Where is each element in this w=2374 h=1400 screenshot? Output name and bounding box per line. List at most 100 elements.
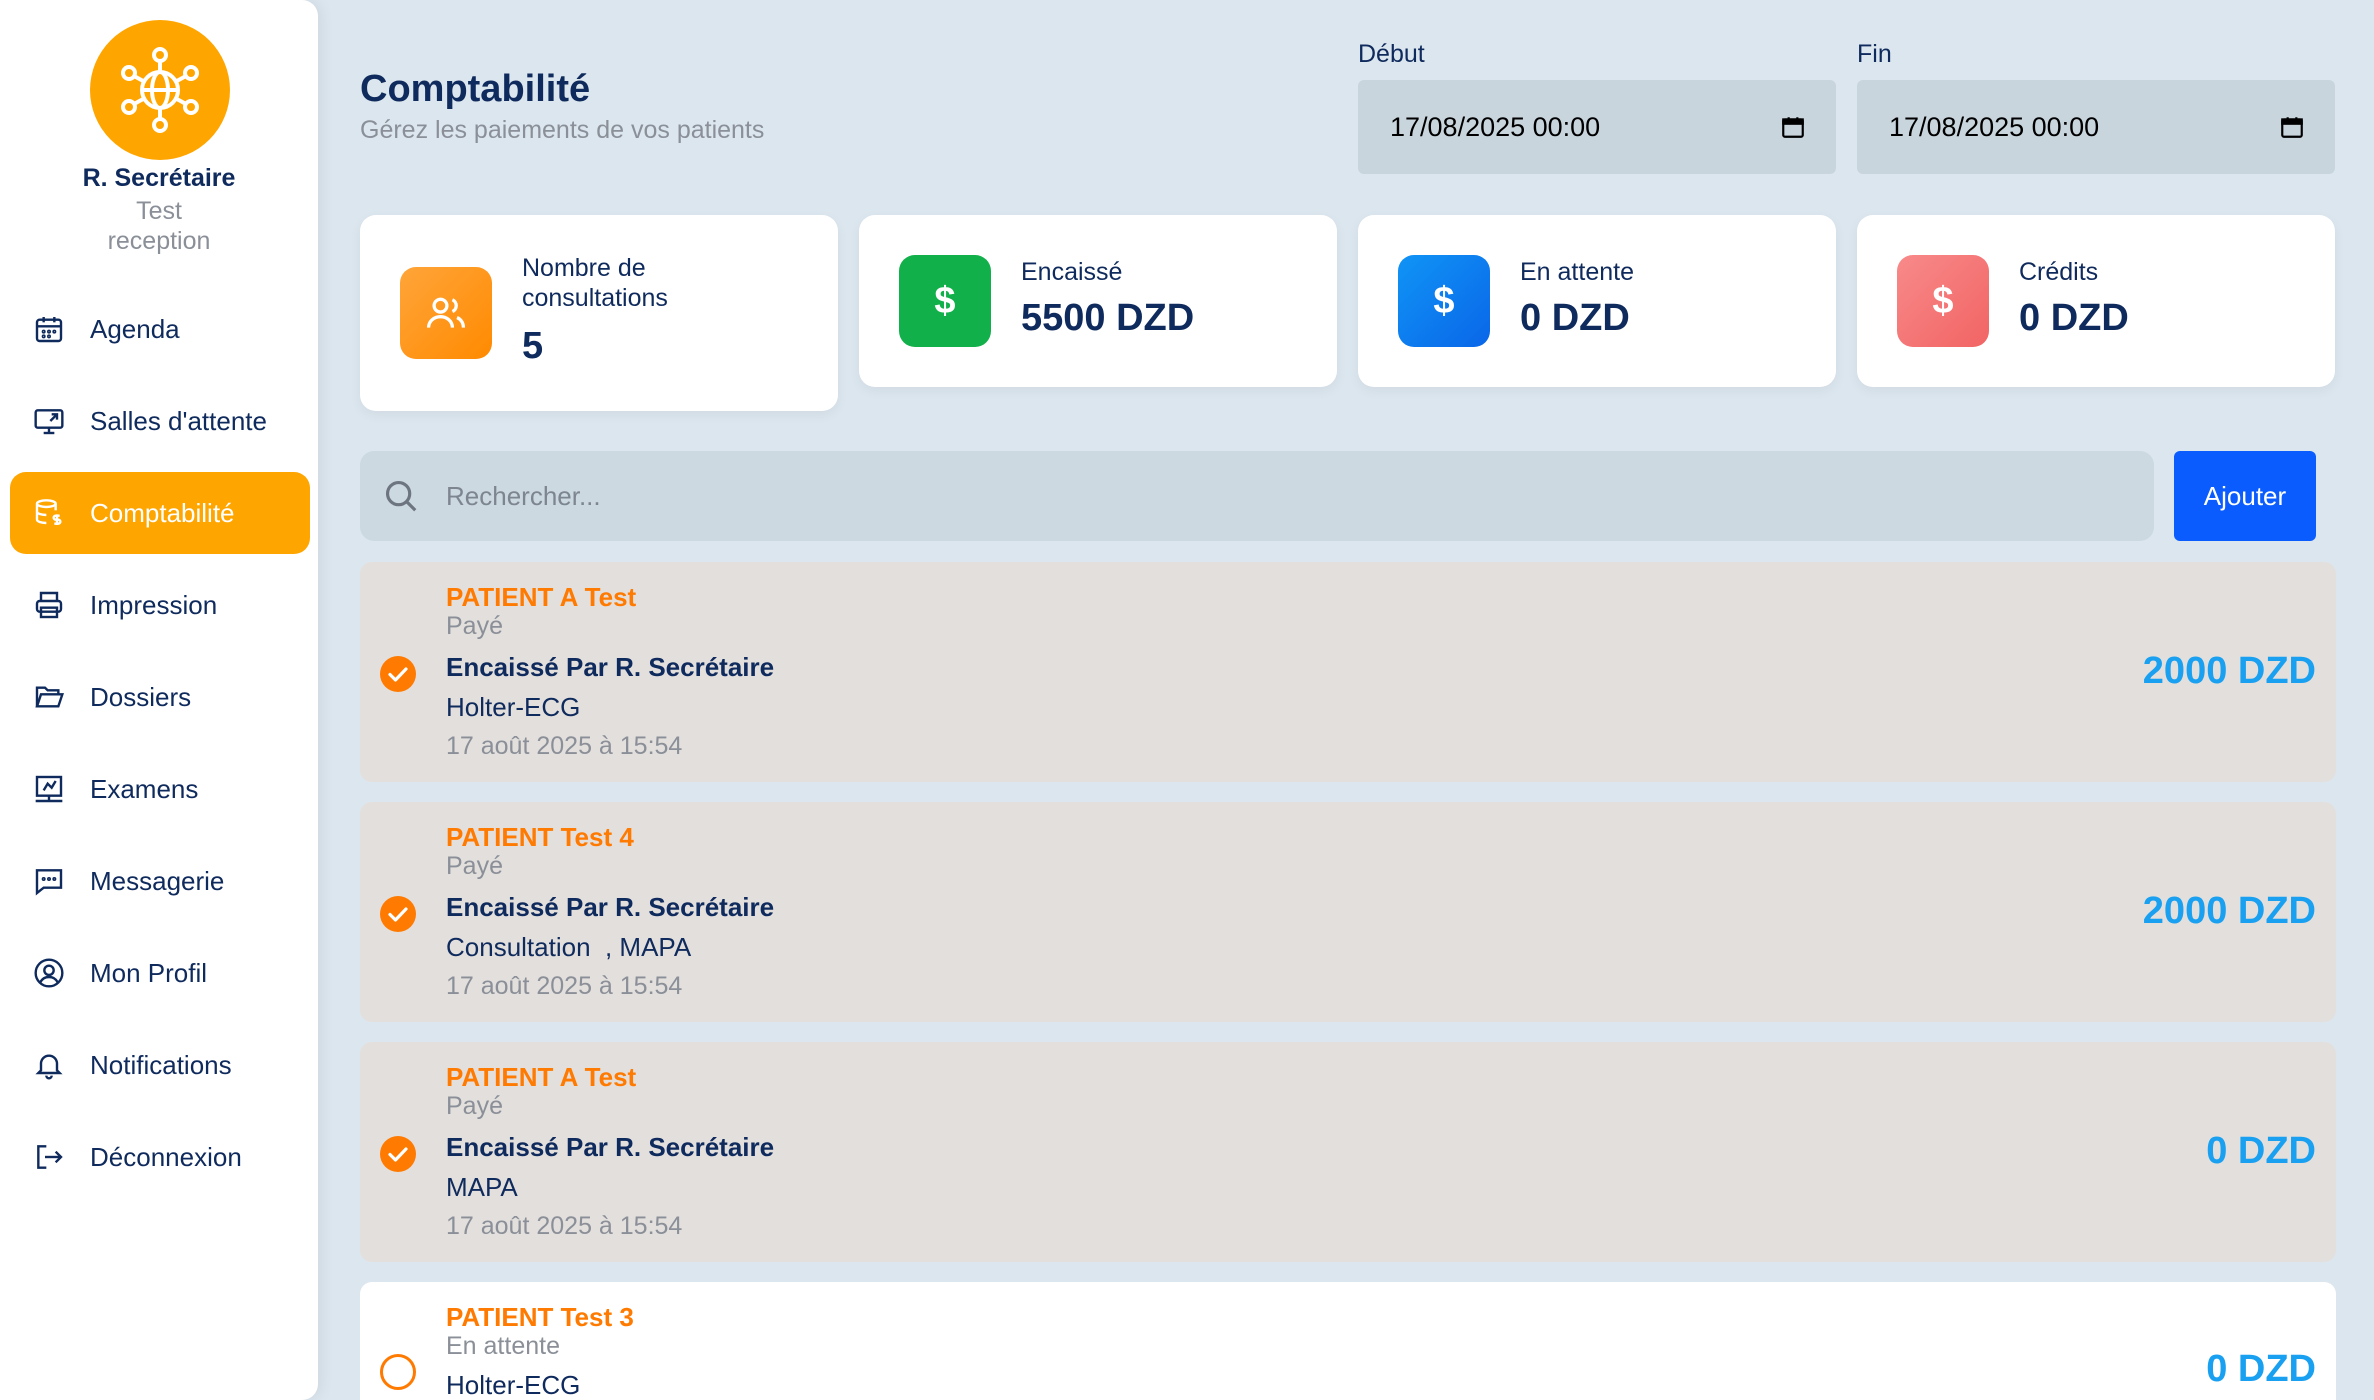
sidebar-item-agenda[interactable]: Agenda: [10, 288, 310, 370]
page-title: Comptabilité: [360, 68, 591, 110]
payment-status: Payé: [446, 852, 503, 880]
payment-amount: 0 DZD: [2206, 1348, 2316, 1390]
calendar-icon[interactable]: [2279, 114, 2305, 140]
check-circle-icon: [380, 896, 416, 932]
check-circle-icon: [380, 656, 416, 692]
stat-card-collected: $ Encaissé 5500 DZD: [859, 215, 1337, 387]
pending-circle-icon: [380, 1354, 416, 1390]
app-logo[interactable]: [90, 20, 230, 160]
search-bar: [360, 451, 2154, 541]
database-dollar-icon: [30, 494, 68, 532]
collected-by: Encaissé Par R. Secrétaire: [446, 1132, 775, 1162]
stat-card-credits: $ Crédits 0 DZD: [1857, 215, 2335, 387]
stat-label: Crédits: [2019, 258, 2099, 286]
end-date-label: Fin: [1857, 40, 1892, 68]
sidebar-item-label: Mon Profil: [90, 957, 208, 988]
payment-date: 17 août 2025 à 15:54: [446, 732, 683, 760]
collected-by: Encaissé Par R. Secrétaire: [446, 652, 775, 682]
stat-card-pending: $ En attente 0 DZD: [1358, 215, 1836, 387]
network-globe-icon: [121, 47, 199, 133]
payment-status: Payé: [446, 612, 503, 640]
stat-value: 0 DZD: [2019, 297, 2129, 339]
calendar-icon[interactable]: [1780, 114, 1806, 140]
sidebar-item-label: Comptabilité: [90, 497, 235, 528]
user-circle-icon: [30, 954, 68, 992]
check-circle-icon: [380, 1136, 416, 1172]
start-date-label: Début: [1358, 40, 1425, 68]
dollar-icon: $: [1897, 255, 1989, 347]
end-date-field[interactable]: 17/08/2025 00:00: [1857, 80, 2335, 174]
search-icon: [385, 480, 417, 512]
user-role-line2: reception: [107, 227, 211, 255]
sidebar-item-printing[interactable]: Impression: [10, 564, 310, 646]
sidebar-item-waiting-rooms[interactable]: Salles d'attente: [10, 380, 310, 462]
payment-status: En attente: [446, 1332, 560, 1360]
payment-amount: 2000 DZD: [2142, 890, 2316, 932]
stat-value: 5: [522, 325, 544, 367]
calendar-icon: [30, 310, 68, 348]
users-icon: [400, 267, 492, 359]
stat-label-line2: consultations: [522, 284, 668, 312]
sidebar-item-label: Notifications: [90, 1049, 232, 1080]
start-date-field[interactable]: 17/08/2025 00:00: [1358, 80, 1836, 174]
message-icon: [30, 862, 68, 900]
bell-icon: [30, 1046, 68, 1084]
service-name: Consultation , MAPA: [446, 932, 692, 962]
start-date-value: 17/08/2025 00:00: [1390, 111, 1601, 142]
sidebar-item-label: Déconnexion: [90, 1141, 242, 1172]
stat-card-consultations: Nombre de consultations 5: [360, 215, 838, 411]
printer-icon: [30, 586, 68, 624]
sidebar-item-label: Salles d'attente: [90, 405, 267, 436]
payment-date: 17 août 2025 à 15:54: [446, 1212, 683, 1240]
sidebar-item-accounting[interactable]: Comptabilité: [10, 472, 310, 554]
sidebar-item-label: Examens: [90, 773, 199, 804]
stat-value: 0 DZD: [1520, 297, 1630, 339]
stat-value: 5500 DZD: [1021, 297, 1195, 339]
payment-row[interactable]: PATIENT A Test Payé Encaissé Par R. Secr…: [360, 1042, 2336, 1262]
sidebar-item-label: Agenda: [90, 313, 180, 344]
dollar-icon: $: [899, 255, 991, 347]
patient-name: PATIENT Test 3: [446, 1302, 634, 1332]
sidebar-item-logout[interactable]: Déconnexion: [10, 1116, 310, 1198]
sidebar-item-notifications[interactable]: Notifications: [10, 1024, 310, 1106]
user-role: Test reception: [0, 196, 318, 256]
sidebar-item-exams[interactable]: Examens: [10, 748, 310, 830]
payment-row[interactable]: PATIENT A Test Payé Encaissé Par R. Secr…: [360, 562, 2336, 782]
payment-amount: 2000 DZD: [2142, 650, 2316, 692]
patient-name: PATIENT Test 4: [446, 822, 634, 852]
add-button[interactable]: Ajouter: [2174, 451, 2316, 541]
payment-status: Payé: [446, 1092, 503, 1120]
monitor-icon: [30, 402, 68, 440]
folder-open-icon: [30, 678, 68, 716]
patient-name: PATIENT A Test: [446, 1062, 637, 1092]
presentation-icon: [30, 770, 68, 808]
collected-by: Encaissé Par R. Secrétaire: [446, 892, 775, 922]
sidebar-item-profile[interactable]: Mon Profil: [10, 932, 310, 1014]
user-role-line1: Test: [136, 197, 182, 225]
service-name: Holter-ECG: [446, 692, 581, 722]
stat-label-line1: Nombre de: [522, 254, 646, 282]
patient-name: PATIENT A Test: [446, 582, 637, 612]
page-subtitle: Gérez les paiements de vos patients: [360, 116, 765, 144]
sidebar-nav: Agenda Salles d'attente Comptabilité Imp…: [10, 288, 310, 1208]
end-date-value: 17/08/2025 00:00: [1889, 111, 2100, 142]
logout-icon: [30, 1138, 68, 1176]
payment-row[interactable]: PATIENT Test 3 En attente Holter-ECG 0 D…: [360, 1282, 2336, 1400]
sidebar-item-label: Dossiers: [90, 681, 192, 712]
stat-label: Encaissé: [1021, 258, 1123, 286]
stat-label: Nombre de consultations: [522, 253, 668, 313]
sidebar-item-folders[interactable]: Dossiers: [10, 656, 310, 738]
service-name: MAPA: [446, 1172, 518, 1202]
service-name: Holter-ECG: [446, 1370, 581, 1400]
stat-label: En attente: [1520, 258, 1634, 286]
payment-row[interactable]: PATIENT Test 4 Payé Encaissé Par R. Secr…: [360, 802, 2336, 1022]
search-input[interactable]: [446, 480, 2046, 512]
sidebar-item-label: Impression: [90, 589, 218, 620]
payment-amount: 0 DZD: [2206, 1130, 2316, 1172]
payment-date: 17 août 2025 à 15:54: [446, 972, 683, 1000]
sidebar-item-label: Messagerie: [90, 865, 225, 896]
sidebar: R. Secrétaire Test reception Agenda Sall…: [0, 0, 318, 1400]
user-name: R. Secrétaire: [82, 164, 236, 192]
dollar-icon: $: [1398, 255, 1490, 347]
sidebar-item-messaging[interactable]: Messagerie: [10, 840, 310, 922]
